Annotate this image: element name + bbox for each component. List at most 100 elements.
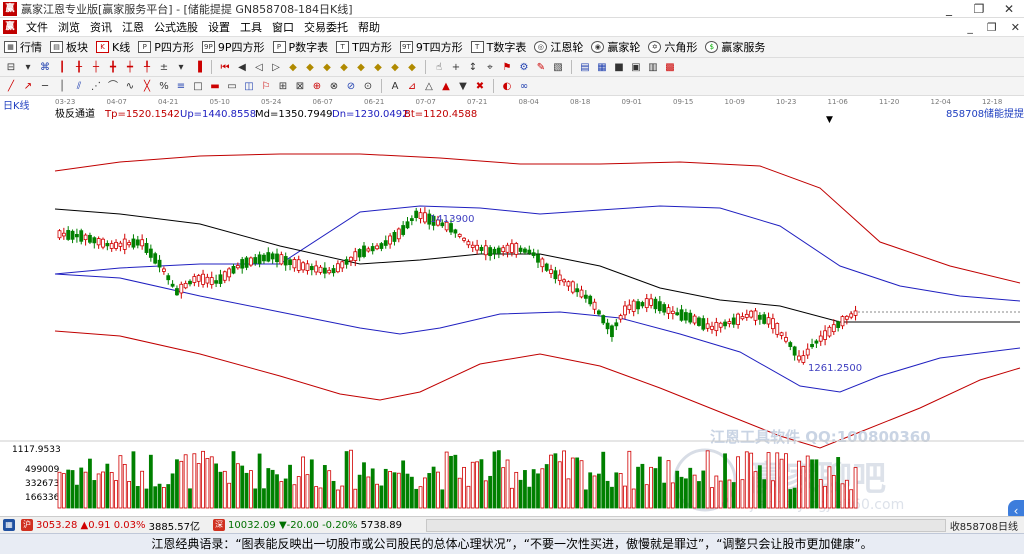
- line-tool-icon[interactable]: ╱: [4, 80, 18, 93]
- calc-icon[interactable]: ▦: [3, 519, 15, 531]
- candle-icon[interactable]: ┃: [55, 61, 69, 74]
- close-button[interactable]: ✕: [994, 0, 1024, 18]
- nav-gann-wheel-button[interactable]: ◎ 江恩轮: [534, 39, 583, 55]
- kline-chart-panel[interactable]: 日K线 03-23 04-07 04-21 05-10 05-24 06-07 06-21 0…: [0, 96, 1024, 522]
- select-icon[interactable]: ⌖: [483, 61, 497, 74]
- tool-icon[interactable]: ▲: [439, 80, 453, 93]
- tool-icon[interactable]: ⚙: [517, 61, 531, 74]
- color-icon[interactable]: ◐: [500, 80, 514, 93]
- menu-gann[interactable]: 江恩: [117, 19, 149, 35]
- tool-icon[interactable]: ⊙: [361, 80, 375, 93]
- menu-formula[interactable]: 公式选股: [149, 19, 203, 35]
- fan-tool-icon[interactable]: ⋰: [89, 80, 103, 93]
- tool-icon[interactable]: ▭: [225, 80, 239, 93]
- dropdown-icon[interactable]: ▾: [21, 61, 35, 74]
- tool-icon[interactable]: ▬: [208, 80, 222, 93]
- text-tool-icon[interactable]: A: [388, 80, 402, 93]
- table-icon[interactable]: ▦: [595, 61, 609, 74]
- tool-icon[interactable]: ⊞: [276, 80, 290, 93]
- tool-icon[interactable]: ⊗: [327, 80, 341, 93]
- menu-window[interactable]: 窗口: [267, 19, 299, 35]
- mdi-close-button[interactable]: ✕: [1011, 21, 1020, 34]
- candle-icon[interactable]: ╀: [140, 61, 154, 74]
- nav-t-square-button[interactable]: T T四方形: [336, 39, 392, 55]
- tool-icon[interactable]: △: [422, 80, 436, 93]
- layout-icon[interactable]: ⊟: [4, 61, 18, 74]
- menu-help[interactable]: 帮助: [353, 19, 385, 35]
- first-icon[interactable]: ⏮: [218, 61, 232, 74]
- diamond-icon[interactable]: ◆: [354, 61, 368, 74]
- tool-icon[interactable]: ⊕: [310, 80, 324, 93]
- channel-tool-icon[interactable]: ⫽: [72, 80, 86, 93]
- mdi-minimize-button[interactable]: _: [967, 21, 973, 34]
- diamond-icon[interactable]: ◆: [320, 61, 334, 74]
- box-tool-icon[interactable]: □: [191, 80, 205, 93]
- diamond-icon[interactable]: ◆: [286, 61, 300, 74]
- diamond-icon[interactable]: ◆: [337, 61, 351, 74]
- nav-sector-button[interactable]: ▤ 板块: [50, 39, 88, 55]
- menu-file[interactable]: 文件: [21, 19, 53, 35]
- flag-icon[interactable]: ⚑: [500, 61, 514, 74]
- nav-t-table-button[interactable]: T T数字表: [470, 39, 526, 55]
- candle-icon[interactable]: ╂: [72, 61, 86, 74]
- arrow-icon[interactable]: ↕: [466, 61, 480, 74]
- diamond-icon[interactable]: ◆: [303, 61, 317, 74]
- horizontal-scrollbar[interactable]: [426, 518, 946, 532]
- tool-icon[interactable]: ◫: [242, 80, 256, 93]
- plusminus-icon[interactable]: ±: [157, 61, 171, 74]
- bookmark-icon[interactable]: ▐: [191, 61, 205, 74]
- prev-step-icon[interactable]: ◁: [252, 61, 266, 74]
- nav-9p-square-button[interactable]: 9P 9P四方形: [201, 39, 265, 55]
- nav-hexagon-button[interactable]: ✡ 六角形: [648, 39, 697, 55]
- diamond-icon[interactable]: ◆: [405, 61, 419, 74]
- cycle-tool-icon[interactable]: ∿: [123, 80, 137, 93]
- candle-icon[interactable]: ┼: [89, 61, 103, 74]
- candle-icon[interactable]: ╋: [106, 61, 120, 74]
- index-sz[interactable]: 深 10032.09 ▼-20.00 -0.20% 5738.89: [210, 519, 402, 531]
- vline-tool-icon[interactable]: │: [55, 80, 69, 93]
- mdi-restore-button[interactable]: ❐: [987, 21, 997, 34]
- ray-tool-icon[interactable]: ↗: [21, 80, 35, 93]
- crosshair-icon[interactable]: +: [449, 61, 463, 74]
- dropdown-marker[interactable]: ▼: [826, 115, 833, 125]
- nav-winner-wheel-button[interactable]: ◉ 赢家轮: [591, 39, 640, 55]
- nav-9t-square-button[interactable]: 9T 9T四方形: [399, 39, 463, 55]
- nav-kline-button[interactable]: K K线: [96, 39, 130, 55]
- gann-tool-icon[interactable]: ╳: [140, 80, 154, 93]
- minimize-button[interactable]: _: [934, 0, 964, 18]
- nav-service-button[interactable]: $ 赢家服务: [705, 39, 765, 55]
- nav-quotes-button[interactable]: ▦ 行情: [4, 39, 42, 55]
- hand-icon[interactable]: ☝: [432, 61, 446, 74]
- menu-app-icon[interactable]: 赢: [3, 20, 17, 34]
- tool-icon[interactable]: ▼: [456, 80, 470, 93]
- index-sh[interactable]: ▦ 沪 3053.28 ▲0.91 0.03% 3885.57亿: [0, 518, 200, 533]
- prev-icon[interactable]: ◀: [235, 61, 249, 74]
- candle-icon[interactable]: ┿: [123, 61, 137, 74]
- chart-type-icon[interactable]: ⌘: [38, 61, 52, 74]
- tool-icon[interactable]: ▩: [663, 61, 677, 74]
- diamond-icon[interactable]: ◆: [371, 61, 385, 74]
- tool-icon[interactable]: ⚐: [259, 80, 273, 93]
- menu-trade[interactable]: 交易委托: [299, 19, 353, 35]
- tool-icon[interactable]: ▧: [551, 61, 565, 74]
- disk-icon[interactable]: ■: [612, 61, 626, 74]
- printer-icon[interactable]: ▣: [629, 61, 643, 74]
- tool-icon[interactable]: ▥: [646, 61, 660, 74]
- report-icon[interactable]: ▤: [578, 61, 592, 74]
- nav-p-square-button[interactable]: P P四方形: [138, 39, 194, 55]
- next-step-icon[interactable]: ▷: [269, 61, 283, 74]
- tool-icon[interactable]: ⊿: [405, 80, 419, 93]
- menu-browse[interactable]: 浏览: [53, 19, 85, 35]
- hline-tool-icon[interactable]: ─: [38, 80, 52, 93]
- tool-icon[interactable]: ⊘: [344, 80, 358, 93]
- fib-tool-icon[interactable]: ≡: [174, 80, 188, 93]
- menu-news[interactable]: 资讯: [85, 19, 117, 35]
- restore-button[interactable]: ❐: [964, 0, 994, 18]
- dropdown-icon[interactable]: ▾: [174, 61, 188, 74]
- arc-tool-icon[interactable]: ⌒: [106, 80, 120, 93]
- diamond-icon[interactable]: ◆: [388, 61, 402, 74]
- delete-icon[interactable]: ✖: [473, 80, 487, 93]
- marker-icon[interactable]: ✎: [534, 61, 548, 74]
- menu-settings[interactable]: 设置: [203, 19, 235, 35]
- kline-chart[interactable]: 日K线 03-23 04-07 04-21 05-10 05-24 06-07 06-21 0…: [0, 96, 1024, 514]
